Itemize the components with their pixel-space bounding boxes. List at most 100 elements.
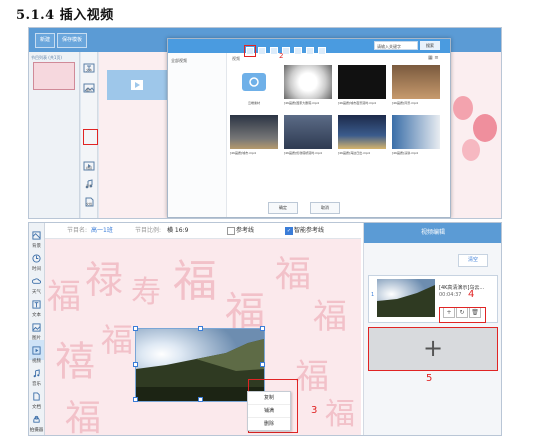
screenshot-insert-video-dialog: 新建 保存模板 节目列表 (共1页) 文本 图片 视频 音乐 文档 1 <box>28 27 502 219</box>
list-item[interactable]: [4K画质]城市.mp4 <box>230 115 278 159</box>
camera-tool[interactable]: 拍摄器 <box>29 409 44 433</box>
list-item[interactable]: 云端素材 <box>230 65 278 109</box>
screenshot-video-edit: 背景 时间 天气 文本 图片 视频 音乐 文档 拍摄器 节目名: 高一1班 节目… <box>28 222 502 436</box>
item-caption: [4K画质]城市.mp4 <box>230 151 256 155</box>
view-toggle-icons[interactable]: ▦ ≡ <box>428 55 439 61</box>
folder-tree-item[interactable]: 全部视频 <box>171 58 187 64</box>
program-name-value[interactable]: 高一1班 <box>91 223 113 238</box>
resize-handle[interactable] <box>133 397 138 402</box>
text-tool[interactable]: 文本 <box>29 294 44 318</box>
tool-sidebar: 背景 时间 天气 文本 图片 视频 音乐 文档 拍摄器 <box>29 223 45 435</box>
video-element[interactable] <box>133 326 265 402</box>
resize-handle[interactable] <box>260 326 265 331</box>
video-duration: 00:04:37 <box>439 292 462 298</box>
tool-label: 文本 <box>85 68 92 72</box>
context-menu: 复制 铺满 删除 <box>247 391 291 431</box>
dialog-toolbar-icons <box>244 40 330 57</box>
local-upload-icon[interactable] <box>244 44 256 57</box>
weather-tool[interactable]: 天气 <box>29 271 44 295</box>
resize-handle[interactable] <box>198 397 203 402</box>
list-item[interactable]: [4K画质]演讲.mp4 <box>392 115 440 159</box>
annotation-marker-4: 4 <box>468 289 475 300</box>
list-item[interactable]: [4K画质]城市夜景延时.mp4 <box>338 65 386 109</box>
video-thumbnail <box>230 115 278 149</box>
video-thumbnail <box>377 279 435 317</box>
document-tool[interactable]: 文档 <box>29 386 44 410</box>
search-button[interactable]: 搜索 <box>420 41 440 50</box>
document-tool[interactable]: 文档 <box>83 192 95 207</box>
lantern-decoration <box>453 96 497 161</box>
item-caption: [4K画质]演讲.mp4 <box>392 151 418 155</box>
folder-icon <box>230 65 278 99</box>
background-calligraphy: 福 <box>313 297 347 337</box>
context-menu-fill[interactable]: 铺满 <box>248 405 290 418</box>
copy-icon[interactable] <box>270 46 278 55</box>
background-calligraphy: 禧 <box>55 339 95 385</box>
background-icon <box>32 231 41 240</box>
context-menu-delete[interactable]: 删除 <box>248 418 290 430</box>
background-tool[interactable]: 背景 <box>29 225 44 249</box>
context-menu-copy[interactable]: 复制 <box>248 392 290 405</box>
clear-button[interactable]: 清空 <box>458 254 488 267</box>
video-tool[interactable]: 视频 <box>83 156 95 171</box>
plus-icon: + <box>422 334 444 362</box>
image-tool[interactable]: 图片 <box>29 317 44 341</box>
rename-icon[interactable] <box>294 46 302 55</box>
background-calligraphy: 福 <box>325 397 355 432</box>
resize-handle[interactable] <box>133 362 138 367</box>
item-caption: [4K画质]伦敦塔桥延时.mp4 <box>284 151 322 155</box>
resize-handle[interactable] <box>198 326 203 331</box>
annotation-marker-2: 2 <box>279 52 284 60</box>
program-thumbnail[interactable] <box>33 62 75 90</box>
background-calligraphy: 福 <box>275 254 312 295</box>
clock-icon <box>32 254 41 263</box>
add-video-button[interactable]: + <box>368 327 498 371</box>
annotation-box-1 <box>83 129 98 145</box>
ratio-value[interactable]: 横 16:9 <box>167 223 188 238</box>
camera-icon <box>33 415 40 423</box>
clock-tool[interactable]: 时间 <box>29 248 44 272</box>
play-icon <box>131 80 143 90</box>
music-tool[interactable]: 音乐 <box>83 174 95 189</box>
resize-handle[interactable] <box>260 362 265 367</box>
tool-label: 音乐 <box>85 184 92 188</box>
folder-tree: 全部视频 <box>168 53 227 217</box>
video-name: [4K高清演示]乌云... <box>439 285 485 291</box>
background-calligraphy: 福 <box>173 256 217 307</box>
video-library-dialog: 请输入关键字 搜索 2 全部视频 视频 ▦ ≡ 云端素材 [4K画质]国家大剧院… <box>167 38 451 218</box>
guide-label: 参考线 <box>236 227 255 234</box>
list-item[interactable]: [4K画质]伦敦塔桥延时.mp4 <box>284 115 332 159</box>
music-icon <box>33 369 40 378</box>
list-item[interactable]: [4K画质]风景.mp4 <box>392 65 440 109</box>
program-list-panel: 节目列表 (共1页) <box>29 52 80 218</box>
save-template-tab[interactable]: 保存模板 <box>57 33 87 48</box>
ok-button[interactable]: 确定 <box>268 202 298 214</box>
search-input[interactable]: 请输入关键字 <box>374 41 418 50</box>
music-tool[interactable]: 音乐 <box>29 363 44 387</box>
list-item[interactable]: [4K画质]海边日出.mp4 <box>338 115 386 159</box>
item-caption: [4K画质]城市夜景延时.mp4 <box>338 101 376 105</box>
new-tab[interactable]: 新建 <box>35 33 55 48</box>
smart-guide-checkbox[interactable]: ✓ <box>285 227 293 235</box>
folder-icon[interactable] <box>258 46 266 55</box>
list-item[interactable]: [4K画质]国家大剧院.mp4 <box>284 65 332 109</box>
video-placeholder[interactable] <box>107 70 167 100</box>
resize-handle[interactable] <box>133 326 138 331</box>
background-calligraphy: 禄 <box>85 258 124 302</box>
guide-checkbox[interactable] <box>227 227 235 235</box>
section-heading: 5.1.4 插入视频 <box>16 8 114 23</box>
video-thumbnail <box>338 115 386 149</box>
item-caption: [4K画质]海边日出.mp4 <box>338 151 370 155</box>
cancel-button[interactable]: 取消 <box>310 202 340 214</box>
settings-icon[interactable] <box>306 46 314 55</box>
video-edit-panel: 视频编辑 清空 1 [4K高清演示]乌云... 00:04:37 + ↻ 🗑 4 <box>363 223 501 435</box>
text-tool[interactable]: 文本 <box>83 58 95 73</box>
background-calligraphy: 福 <box>47 277 81 317</box>
image-tool[interactable]: 图片 <box>83 78 95 93</box>
background-calligraphy: 福 <box>101 321 134 359</box>
video-tool[interactable]: 视频 <box>29 340 44 364</box>
annotation-box-4 <box>439 307 486 323</box>
dialog-toolbar: 请输入关键字 搜索 <box>168 39 450 57</box>
delete-icon[interactable] <box>318 46 326 55</box>
tool-label: 图片 <box>85 88 92 92</box>
